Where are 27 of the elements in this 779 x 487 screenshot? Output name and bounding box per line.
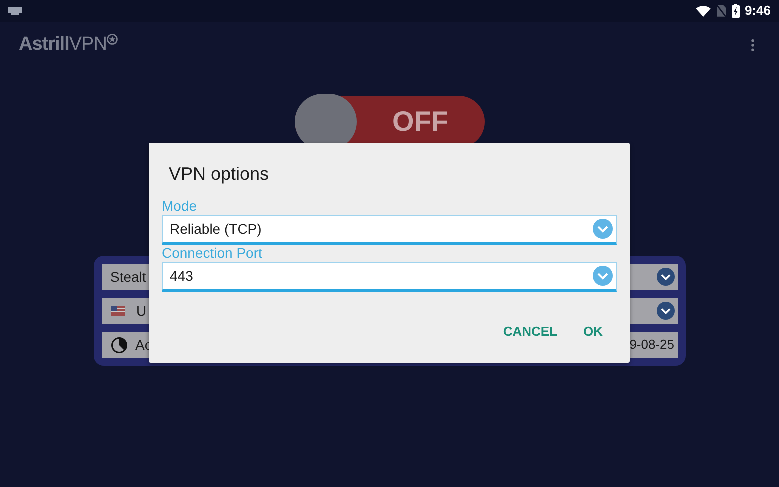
chevron-icon [656,268,674,286]
row-value: 9-08-25 [630,336,674,354]
dropdown-field[interactable]: 443 [162,262,617,292]
chevron-icon [593,266,613,286]
dialog-button[interactable]: CANCEL [503,322,558,342]
app-logo: AstrillVPN [19,32,107,57]
dropdown-field[interactable]: Reliable (TCP) [162,215,617,245]
wifi-icon [696,6,711,16]
dialog-button[interactable]: OK [584,322,603,342]
keyboard-icon [8,7,22,15]
clock-time: 9:46 [744,2,771,20]
field-label: Connection Port [162,245,264,262]
row-label: Stealt [110,268,146,286]
dropdown-value: 443 [170,266,194,286]
clock-icon [110,336,128,354]
chevron-icon [656,302,674,320]
more-menu-icon[interactable] [751,38,755,52]
battery-icon [732,4,740,18]
star-icon [106,34,118,45]
flag-icon [110,306,124,316]
chevron-icon [593,219,613,239]
no-sim-icon [716,5,726,17]
dialog-title: VPN options [169,163,270,186]
field-label: Mode [162,198,198,215]
toggle-label: OFF [392,107,450,137]
row-label: U [136,302,147,320]
dropdown-value: Reliable (TCP) [170,220,263,239]
